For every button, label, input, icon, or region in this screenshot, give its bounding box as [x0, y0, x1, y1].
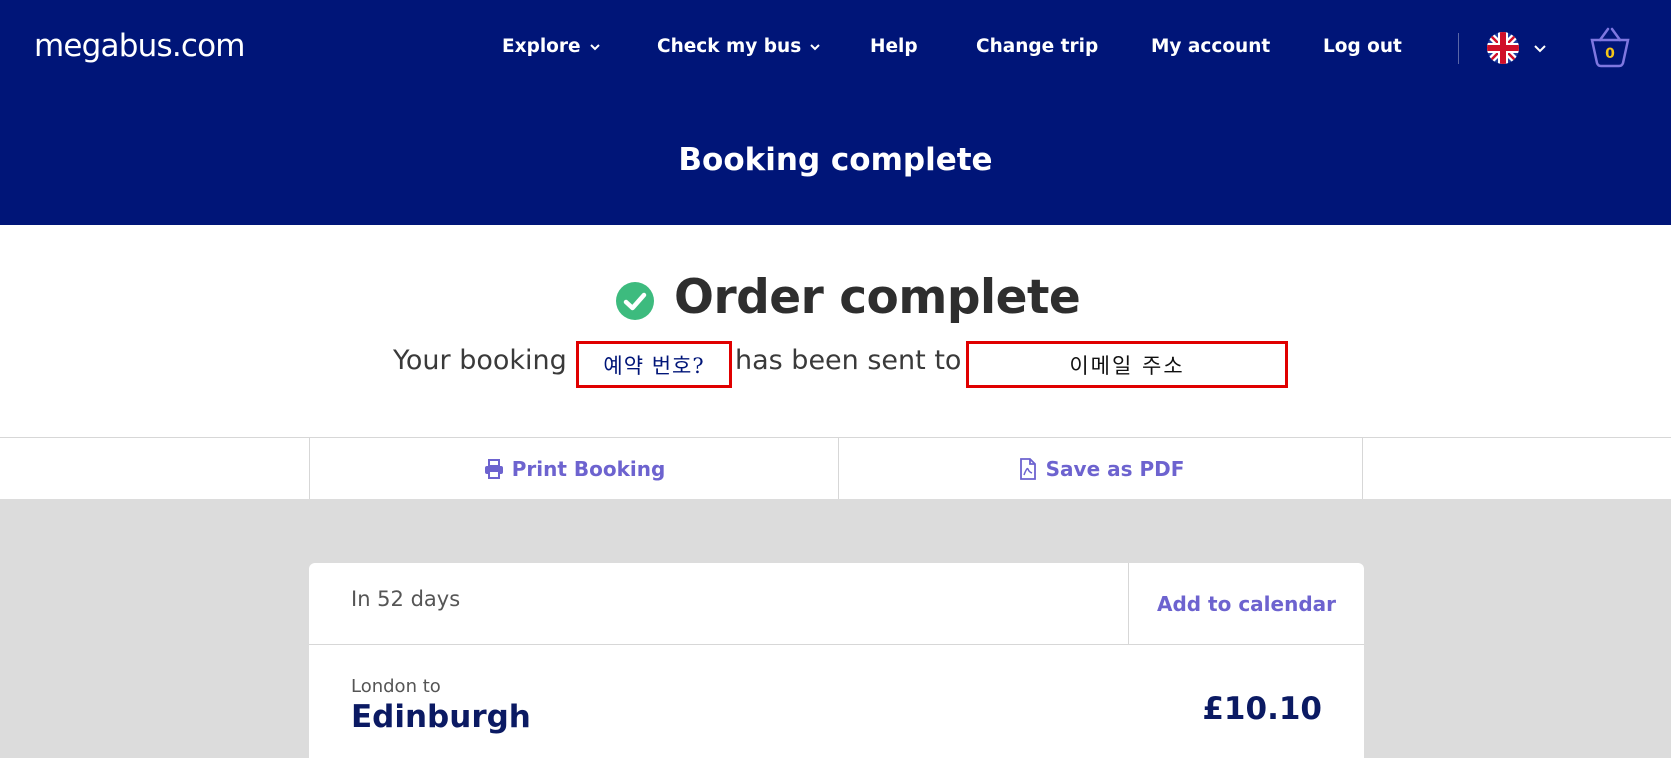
print-booking-label: Print Booking — [511, 456, 666, 481]
nav-check-my-bus[interactable]: Check my bus — [657, 36, 821, 57]
confirmation-text-prefix: Your booking — [393, 345, 567, 376]
booking-actions: Print Booking Save as PDF — [0, 437, 1671, 499]
pdf-file-icon — [1019, 457, 1036, 480]
nav-help-label: Help — [870, 36, 918, 57]
nav-divider — [1458, 33, 1459, 64]
basket-button[interactable]: 0 — [1588, 26, 1632, 68]
trip-price: £10.10 — [1202, 691, 1322, 727]
check-circle-icon — [616, 282, 654, 320]
printer-icon — [484, 458, 503, 479]
email-address: 이메일 주소 — [1069, 353, 1185, 378]
nav-explore-label: Explore — [502, 36, 581, 57]
booking-reference-box: 예약 번호? — [576, 341, 732, 388]
page-header: Booking complete — [0, 100, 1671, 225]
chevron-down-icon — [589, 43, 600, 50]
nav-explore[interactable]: Explore — [502, 36, 601, 57]
save-pdf-label: Save as PDF — [1045, 456, 1185, 481]
trip-origin: London to — [351, 676, 441, 697]
order-confirmation: Order complete Your booking 예약 번호? has b… — [0, 225, 1671, 437]
nav-log-out-label: Log out — [1323, 36, 1402, 57]
email-address-box: 이메일 주소 — [966, 341, 1288, 388]
nav-check-my-bus-label: Check my bus — [657, 36, 802, 57]
nav-help[interactable]: Help — [870, 36, 918, 57]
top-navigation: megabus.com Explore Check my bus Help Ch… — [0, 0, 1671, 100]
trip-card: In 52 days Add to calendar London to Edi… — [309, 563, 1364, 758]
chevron-down-icon[interactable] — [1533, 41, 1547, 55]
chevron-down-icon — [810, 43, 820, 50]
basket-icon: 0 — [1590, 27, 1630, 68]
nav-my-account[interactable]: My account — [1151, 36, 1270, 57]
booking-reference: 예약 번호? — [603, 353, 705, 378]
uk-flag-icon[interactable] — [1486, 31, 1520, 65]
trip-card-header: In 52 days Add to calendar — [309, 563, 1364, 645]
nav-change-trip[interactable]: Change trip — [976, 36, 1098, 57]
trip-countdown: In 52 days — [351, 587, 461, 611]
basket-count: 0 — [1605, 46, 1615, 62]
nav-log-out[interactable]: Log out — [1323, 36, 1402, 57]
confirmation-text-middle: has been sent to — [735, 345, 962, 376]
trip-destination: Edinburgh — [351, 699, 531, 735]
confirmation-title: Order complete — [674, 270, 1081, 325]
page-title: Booking complete — [678, 142, 993, 178]
logo[interactable]: megabus.com — [34, 28, 245, 64]
save-pdf-button[interactable]: Save as PDF — [838, 438, 1363, 499]
add-to-calendar-button[interactable]: Add to calendar — [1128, 563, 1364, 645]
nav-change-trip-label: Change trip — [976, 36, 1099, 57]
print-booking-button[interactable]: Print Booking — [309, 438, 838, 499]
nav-my-account-label: My account — [1151, 36, 1271, 57]
